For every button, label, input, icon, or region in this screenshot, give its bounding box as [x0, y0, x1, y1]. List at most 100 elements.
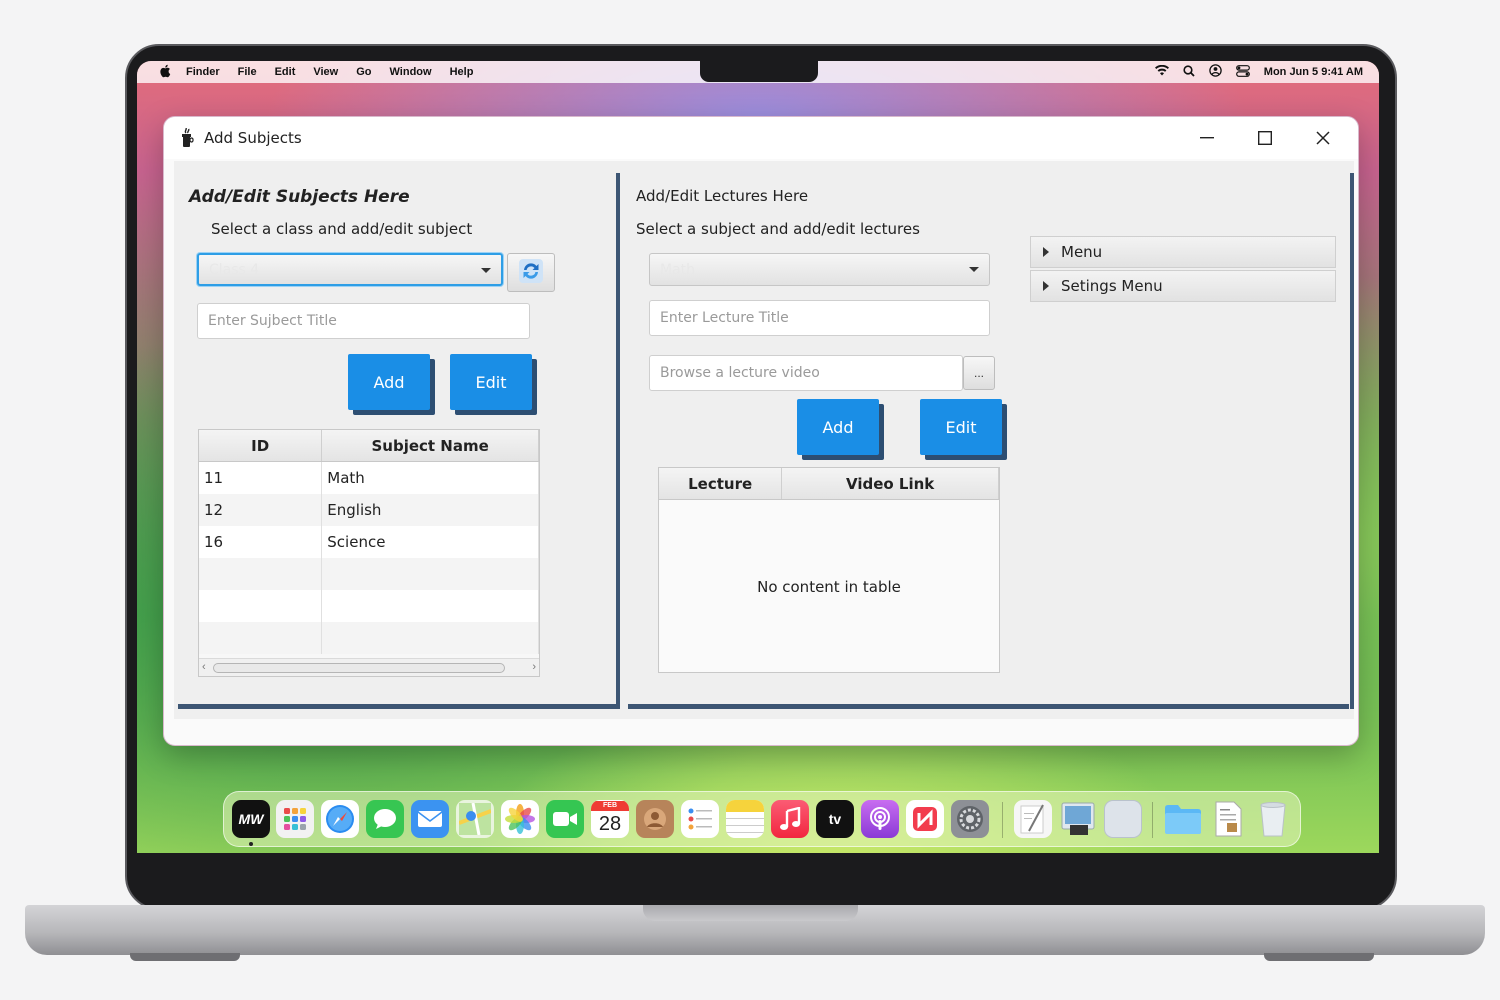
- scroll-left-icon[interactable]: ‹: [202, 661, 206, 673]
- empty-table-message: No content in table: [757, 578, 901, 596]
- column-header-subject-name[interactable]: Subject Name: [322, 430, 539, 461]
- column-header-id[interactable]: ID: [199, 430, 323, 461]
- cell-subject-name: English: [322, 494, 539, 526]
- subjects-table[interactable]: ID Subject Name 11 Math 12 English 16 Sc…: [198, 429, 540, 677]
- spotlight-search-icon[interactable]: [1183, 64, 1195, 80]
- subject-select-value: Math: [660, 261, 696, 278]
- menu-edit[interactable]: Edit: [275, 66, 296, 78]
- cell-id: [199, 590, 323, 622]
- table-row-empty: [199, 558, 539, 590]
- accordion-settings-menu[interactable]: Setings Menu: [1030, 270, 1336, 302]
- subject-title-input[interactable]: Enter Sujbect Title: [197, 303, 530, 339]
- podcasts-icon[interactable]: [861, 800, 899, 838]
- maximize-window-icon[interactable]: [1236, 117, 1294, 159]
- scrollbar-thumb[interactable]: [213, 663, 505, 673]
- minimize-window-icon[interactable]: [1178, 117, 1236, 159]
- table-row-empty: [199, 622, 539, 654]
- document-icon[interactable]: [1209, 800, 1247, 838]
- subject-select[interactable]: Math: [649, 253, 990, 286]
- music-icon[interactable]: [771, 800, 809, 838]
- column-header-video-link[interactable]: Video Link: [782, 468, 999, 499]
- lectures-table[interactable]: Lecture Video Link No content in table: [658, 467, 1000, 673]
- cell-id: [199, 622, 323, 654]
- table-row[interactable]: 16 Science: [199, 526, 539, 558]
- edit-subject-button[interactable]: Edit: [450, 354, 532, 410]
- triangle-right-icon: [1043, 281, 1049, 291]
- cell-subject-name: Math: [322, 462, 539, 494]
- table-row-empty: [199, 590, 539, 622]
- news-icon[interactable]: [906, 800, 944, 838]
- system-settings-icon[interactable]: [951, 800, 989, 838]
- table-row[interactable]: 12 English: [199, 494, 539, 526]
- cell-id: 16: [199, 526, 323, 558]
- safari-icon[interactable]: [321, 800, 359, 838]
- table-row[interactable]: 11 Math: [199, 462, 539, 494]
- appletv-icon[interactable]: tv: [816, 800, 854, 838]
- folder-icon[interactable]: [1164, 800, 1202, 838]
- menu-finder[interactable]: Finder: [186, 66, 220, 78]
- photos-icon[interactable]: [501, 800, 539, 838]
- subjects-panel: Add/Edit Subjects Here Select a class an…: [174, 173, 620, 709]
- menu-window[interactable]: Window: [390, 66, 432, 78]
- mw-app-icon[interactable]: MW: [232, 800, 270, 838]
- blank-app-icon[interactable]: [1104, 800, 1142, 838]
- laptop-base-groove: [643, 905, 858, 921]
- class-select[interactable]: Class 4: [197, 253, 503, 286]
- appletv-label: tv: [828, 811, 842, 827]
- lecture-video-input[interactable]: Browse a lecture video: [649, 355, 963, 391]
- apple-menu-icon[interactable]: [159, 64, 186, 81]
- subjects-panel-bottom-border: [178, 704, 616, 709]
- lecture-title-input[interactable]: Enter Lecture Title: [649, 300, 990, 336]
- horizontal-scrollbar[interactable]: ‹ ›: [199, 658, 539, 676]
- launchpad-icon[interactable]: [276, 800, 314, 838]
- java-app-icon: [180, 127, 194, 148]
- cell-subject-name: [322, 558, 539, 590]
- window-titlebar[interactable]: Add Subjects: [164, 117, 1358, 159]
- column-header-lecture[interactable]: Lecture: [659, 468, 783, 499]
- subjects-table-body: 11 Math 12 English 16 Science: [199, 462, 539, 654]
- refresh-button[interactable]: [507, 253, 555, 292]
- menu-help[interactable]: Help: [450, 66, 474, 78]
- scroll-right-icon[interactable]: ›: [532, 661, 536, 673]
- calendar-icon[interactable]: FEB 28: [591, 800, 629, 838]
- contacts-icon[interactable]: [636, 800, 674, 838]
- notes-icon[interactable]: [726, 800, 764, 838]
- user-account-icon[interactable]: [1209, 64, 1222, 80]
- accordion-settings-menu-label: Setings Menu: [1061, 277, 1163, 295]
- subjects-heading: Add/Edit Subjects Here: [189, 187, 410, 207]
- facetime-icon[interactable]: [546, 800, 584, 838]
- lectures-table-body: No content in table: [659, 500, 999, 672]
- wifi-icon[interactable]: [1154, 64, 1169, 79]
- side-accordion: Menu Setings Menu: [1030, 236, 1336, 304]
- desktop-screen: Finder File Edit View Go Window Help Mon…: [137, 61, 1379, 853]
- preview-icon[interactable]: [1059, 800, 1097, 838]
- triangle-right-icon: [1043, 247, 1049, 257]
- close-window-icon[interactable]: [1294, 117, 1352, 159]
- laptop-foot-left: [130, 953, 240, 961]
- trash-icon[interactable]: [1254, 800, 1292, 838]
- lectures-subheading: Select a subject and add/edit lectures: [636, 220, 920, 238]
- cell-subject-name: [322, 622, 539, 654]
- messages-icon[interactable]: [366, 800, 404, 838]
- cell-id: 11: [199, 462, 323, 494]
- subjects-subheading: Select a class and add/edit subject: [211, 220, 473, 238]
- reminders-icon[interactable]: [681, 800, 719, 838]
- laptop-foot-right: [1264, 953, 1374, 961]
- textedit-icon[interactable]: [1014, 800, 1052, 838]
- cell-id: 12: [199, 494, 323, 526]
- chevron-down-icon: [969, 267, 979, 272]
- menu-file[interactable]: File: [238, 66, 257, 78]
- camera-notch: [700, 61, 818, 82]
- add-lecture-button[interactable]: Add: [797, 399, 879, 455]
- edit-lecture-button[interactable]: Edit: [920, 399, 1002, 455]
- menu-go[interactable]: Go: [356, 66, 371, 78]
- control-center-icon[interactable]: [1235, 64, 1250, 80]
- maps-icon[interactable]: [456, 800, 494, 838]
- mail-icon[interactable]: [411, 800, 449, 838]
- dock-separator: [1002, 802, 1003, 838]
- menu-view[interactable]: View: [313, 66, 338, 78]
- add-subject-button[interactable]: Add: [348, 354, 430, 410]
- browse-video-button[interactable]: ...: [963, 356, 995, 390]
- menubar-clock[interactable]: Mon Jun 5 9:41 AM: [1264, 66, 1363, 78]
- accordion-menu[interactable]: Menu: [1030, 236, 1336, 268]
